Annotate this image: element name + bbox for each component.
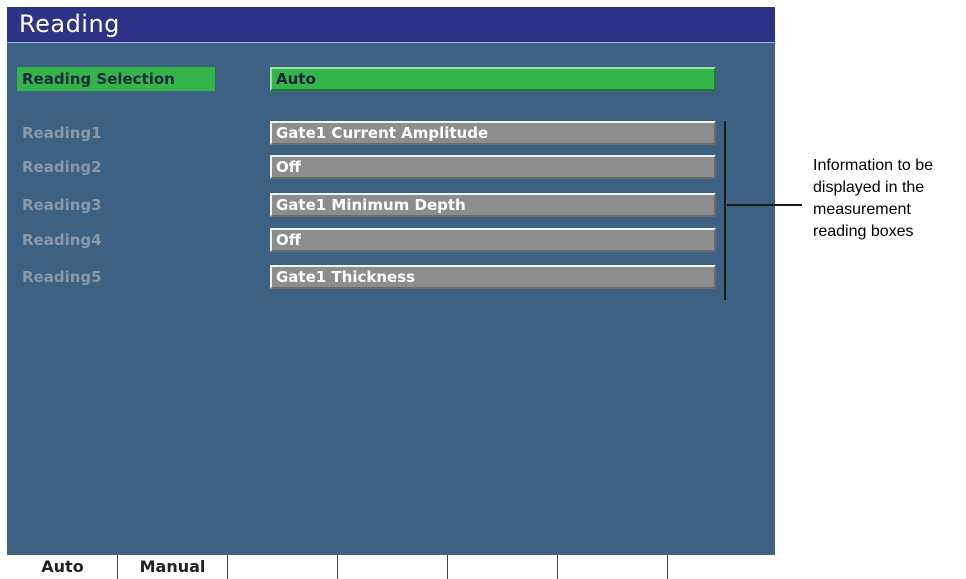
reading1-value[interactable]: Gate1 Current Amplitude bbox=[270, 121, 716, 145]
reading1-label[interactable]: Reading1 bbox=[22, 121, 102, 145]
reading2-value[interactable]: Off bbox=[270, 155, 716, 179]
reading2-label[interactable]: Reading2 bbox=[22, 155, 102, 179]
reading5-value[interactable]: Gate1 Thickness bbox=[270, 265, 716, 289]
page-title: Reading bbox=[19, 10, 120, 38]
reading-screen: Reading Reading Selection Auto Reading1 … bbox=[7, 7, 775, 579]
softkey-bar: Auto Manual bbox=[0, 555, 966, 579]
softkey-5[interactable] bbox=[448, 555, 558, 579]
softkey-auto[interactable]: Auto bbox=[8, 555, 118, 579]
softkey-6[interactable] bbox=[558, 555, 668, 579]
softkey-manual[interactable]: Manual bbox=[118, 555, 228, 579]
reading3-label[interactable]: Reading3 bbox=[22, 193, 102, 217]
reading3-value[interactable]: Gate1 Minimum Depth bbox=[270, 193, 716, 217]
softkey-3[interactable] bbox=[228, 555, 338, 579]
reading4-label[interactable]: Reading4 bbox=[22, 228, 102, 252]
reading-selection-value[interactable]: Auto bbox=[270, 67, 716, 91]
reading5-label[interactable]: Reading5 bbox=[22, 265, 102, 289]
reading4-value[interactable]: Off bbox=[270, 228, 716, 252]
annotation-bracket bbox=[718, 121, 726, 300]
reading-selection-label[interactable]: Reading Selection bbox=[17, 67, 215, 91]
title-bar: Reading bbox=[7, 7, 775, 43]
annotation-leader-line bbox=[727, 204, 802, 206]
softkey-7[interactable] bbox=[668, 555, 778, 579]
softkey-4[interactable] bbox=[338, 555, 448, 579]
annotation-callout: Information to be displayed in the measu… bbox=[813, 157, 934, 240]
